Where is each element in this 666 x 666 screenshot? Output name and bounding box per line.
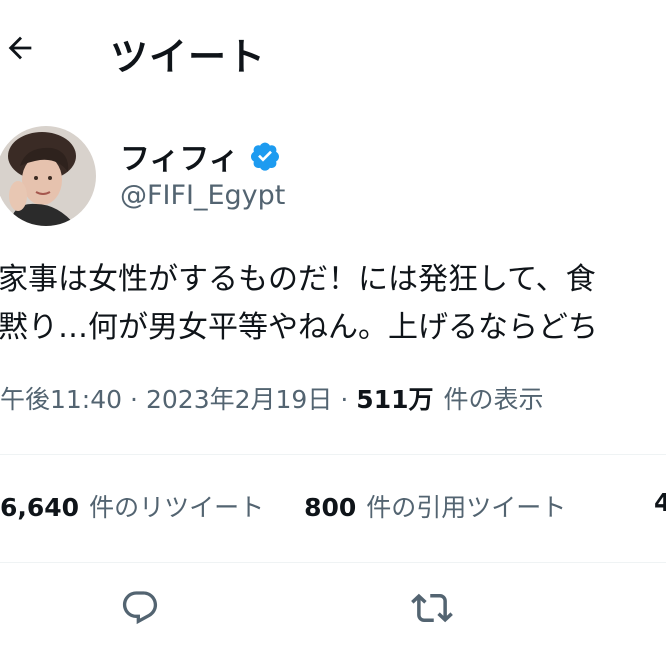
- retweet-icon: [411, 593, 453, 623]
- quotes-stat[interactable]: 800 件の引用ツイート: [304, 488, 566, 524]
- tweet-text-line: 家事は女性がするものだ！には発狂して、食: [0, 262, 596, 297]
- views-label: 件の表示: [443, 385, 544, 414]
- avatar-image: [0, 126, 96, 226]
- divider: [0, 454, 666, 455]
- tweet-date[interactable]: 2023年2月19日: [146, 380, 332, 416]
- reply-button[interactable]: [118, 586, 162, 630]
- tweet-time[interactable]: 午後11:40: [0, 380, 122, 416]
- display-name[interactable]: フィフィ: [120, 134, 239, 178]
- divider: [0, 562, 666, 563]
- back-button[interactable]: [0, 28, 40, 68]
- retweets-stat[interactable]: 6,640 件のリツイート: [0, 488, 264, 524]
- arrow-left-icon: [8, 36, 32, 60]
- tweet-meta: 午後11:40 · 2023年2月19日 · 511万 件の表示: [0, 380, 544, 416]
- verified-badge-icon: [249, 140, 281, 172]
- retweets-count: 6,640: [0, 493, 80, 522]
- tweet-text-line: 黙り…何が男女平等やねん。上げるならどち: [0, 310, 598, 345]
- meta-separator: ·: [130, 385, 138, 414]
- reply-icon: [122, 591, 158, 625]
- tweet-detail-page: ツイート フィフィ @FIFI_Egypt 家事は女性がするものだ！には発狂して…: [0, 0, 666, 666]
- avatar[interactable]: [0, 126, 96, 226]
- author-name-row: フィフィ: [120, 134, 281, 178]
- quotes-label: 件の引用ツイート: [366, 493, 567, 522]
- header: ツイート: [0, 0, 666, 96]
- likes-count[interactable]: 4: [654, 488, 666, 517]
- tweet-stats: 6,640 件のリツイート 800 件の引用ツイート: [0, 488, 566, 524]
- tweet-text: 家事は女性がするものだ！には発狂して、食 黙り…何が男女平等やねん。上げるならど…: [0, 256, 666, 352]
- page-title: ツイート: [110, 35, 267, 79]
- retweet-button[interactable]: [410, 586, 454, 630]
- author-handle[interactable]: @FIFI_Egypt: [120, 180, 285, 211]
- quotes-count: 800: [304, 493, 357, 522]
- meta-separator: ·: [340, 385, 349, 414]
- views-count: 511万: [356, 385, 434, 414]
- retweets-label: 件のリツイート: [89, 493, 265, 522]
